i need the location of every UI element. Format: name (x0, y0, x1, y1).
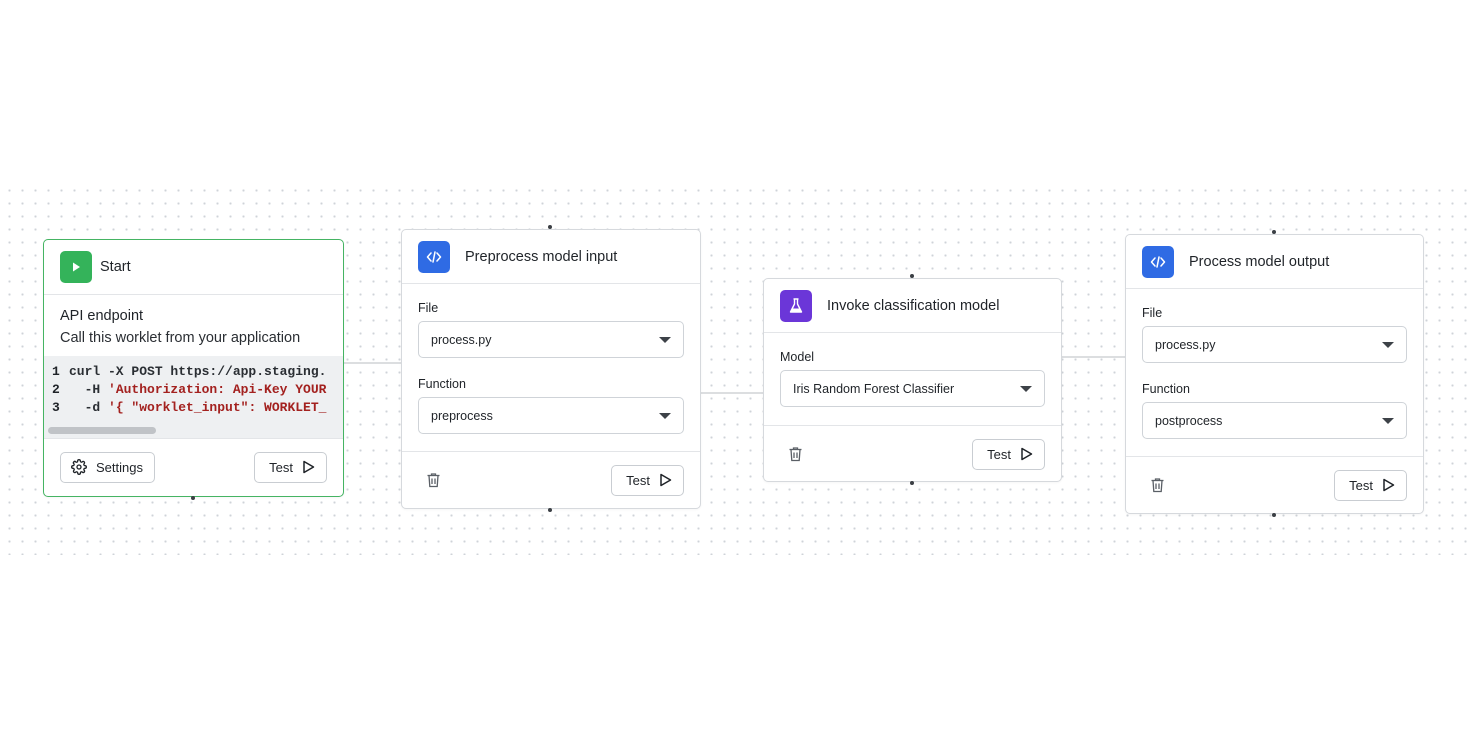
postprocess-function-select[interactable]: postprocess (1142, 402, 1407, 439)
trash-icon (427, 473, 440, 488)
invoke-delete-button[interactable] (780, 446, 803, 462)
postprocess-node-title: Process model output (1189, 253, 1330, 270)
chevron-down-icon (1382, 417, 1394, 424)
trash-icon (1151, 478, 1164, 493)
invoke-test-label: Test (987, 446, 1011, 462)
flask-icon (780, 289, 812, 322)
postprocess-node[interactable]: Process model output File process.py Fun… (1125, 234, 1424, 514)
curl-code-block[interactable]: 1 curl -X POST https://app.staging. 2 -H … (44, 356, 343, 438)
postprocess-node-footer: Test (1126, 456, 1423, 513)
code-line-3: 3 -d '{ "worklet_input": WORKLET_ (52, 400, 327, 415)
code-line-1: 1 curl -X POST https://app.staging. (52, 364, 327, 379)
invoke-model-select[interactable]: Iris Random Forest Classifier (780, 370, 1045, 407)
preprocess-function-select[interactable]: preprocess (418, 397, 684, 434)
invoke-node-header: Invoke classification model (764, 279, 1061, 333)
code-scrollbar[interactable] (48, 427, 156, 434)
postprocess-delete-button[interactable] (1142, 477, 1165, 493)
preprocess-file-select[interactable]: process.py (418, 321, 684, 358)
postprocess-function-label: Function (1142, 382, 1190, 396)
chevron-down-icon (1382, 341, 1394, 348)
start-node-header: Start (44, 240, 343, 295)
play-outline-icon (660, 473, 672, 487)
preprocess-file-label: File (418, 301, 439, 315)
settings-button[interactable]: Settings (60, 451, 155, 483)
postprocess-function-value: postprocess (1155, 413, 1223, 428)
chevron-down-icon (659, 412, 671, 419)
postprocess-node-header: Process model output (1126, 235, 1423, 289)
postprocess-bottom-handle[interactable] (1272, 513, 1276, 517)
trash-icon (789, 447, 802, 462)
preprocess-node-header: Preprocess model input (402, 230, 700, 284)
start-test-label: Test (269, 459, 293, 475)
play-outline-icon (1021, 447, 1033, 461)
code-line-2: 2 -H 'Authorization: Api-Key YOUR (52, 382, 327, 397)
postprocess-file-label: File (1142, 306, 1163, 320)
invoke-top-handle[interactable] (910, 274, 914, 278)
postprocess-top-handle[interactable] (1272, 230, 1276, 234)
invoke-model-label: Model (780, 350, 815, 364)
preprocess-delete-button[interactable] (418, 472, 441, 488)
preprocess-top-handle[interactable] (548, 225, 552, 229)
start-node-footer: Settings Test (44, 438, 343, 495)
preprocess-node-title: Preprocess model input (465, 248, 618, 265)
api-endpoint-title: API endpoint (60, 308, 144, 324)
preprocess-file-value: process.py (431, 332, 492, 347)
preprocess-test-button[interactable]: Test (611, 464, 684, 496)
gear-icon (71, 459, 87, 475)
preprocess-test-label: Test (626, 472, 650, 488)
api-endpoint-subtitle: Call this worklet from your application (60, 330, 301, 346)
preprocess-node-footer: Test (402, 451, 700, 508)
invoke-model-value: Iris Random Forest Classifier (793, 381, 955, 396)
invoke-node-footer: Test (764, 425, 1061, 482)
start-test-button[interactable]: Test (254, 451, 327, 483)
postprocess-file-select[interactable]: process.py (1142, 326, 1407, 363)
code-icon (418, 240, 450, 273)
invoke-bottom-handle[interactable] (910, 481, 914, 485)
start-bottom-handle[interactable] (191, 496, 195, 500)
preprocess-node[interactable]: Preprocess model input File process.py F… (401, 229, 701, 509)
play-outline-icon (1383, 478, 1395, 492)
invoke-node[interactable]: Invoke classification model Model Iris R… (763, 278, 1062, 482)
start-node[interactable]: Start API endpoint Call this worklet fro… (43, 239, 344, 497)
invoke-test-button[interactable]: Test (972, 438, 1045, 470)
settings-button-label: Settings (96, 459, 143, 475)
code-icon (1142, 245, 1174, 278)
preprocess-bottom-handle[interactable] (548, 508, 552, 512)
preprocess-function-value: preprocess (431, 408, 493, 423)
chevron-down-icon (659, 336, 671, 343)
preprocess-function-label: Function (418, 377, 466, 391)
postprocess-test-button[interactable]: Test (1334, 469, 1407, 501)
postprocess-file-value: process.py (1155, 337, 1216, 352)
play-outline-icon (303, 460, 315, 474)
chevron-down-icon (1020, 385, 1032, 392)
start-node-title: Start (100, 259, 131, 275)
invoke-node-title: Invoke classification model (827, 297, 1000, 314)
postprocess-test-label: Test (1349, 477, 1373, 493)
play-icon (60, 251, 92, 283)
